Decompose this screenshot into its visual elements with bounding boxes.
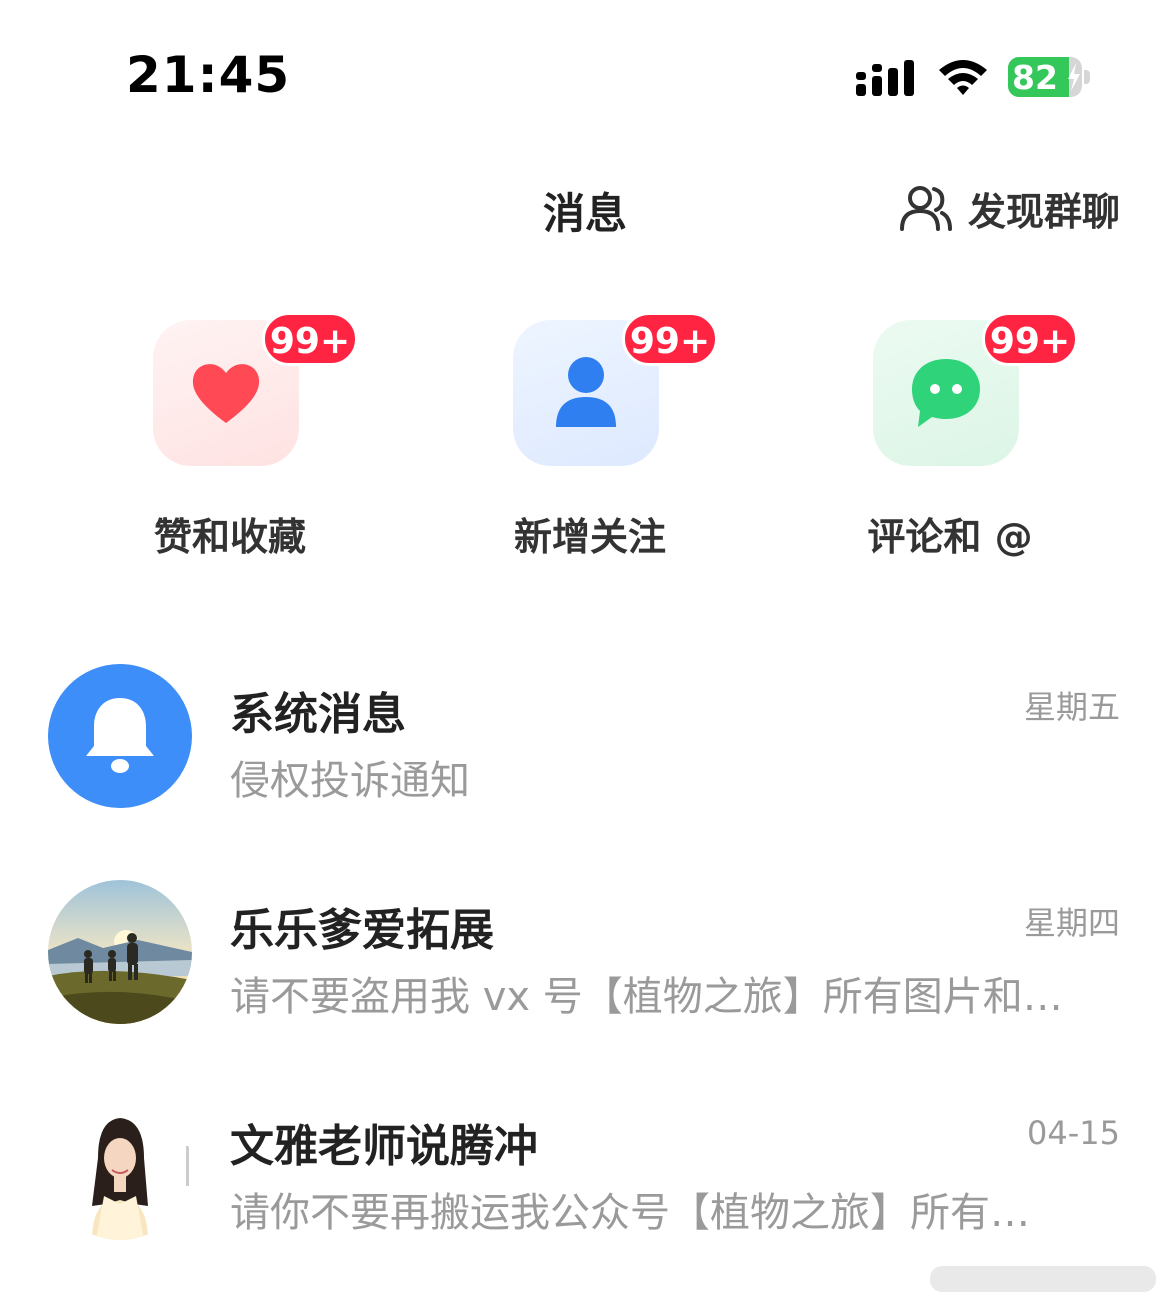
message-sender: 文雅老师说腾冲 [230, 1121, 538, 1172]
home-indicator [930, 1266, 1156, 1292]
list-item[interactable]: 系统消息 星期五 侵权投诉通知 [0, 662, 1170, 812]
message-time: 星期五 [1023, 688, 1120, 726]
avatar [48, 1096, 192, 1240]
person-icon [556, 357, 616, 427]
message-preview: 侵权投诉通知 [230, 758, 470, 804]
followers-label: 新增关注 [513, 515, 666, 559]
message-preview: 请不要盗用我 vx 号【植物之旅】所有图片和… [230, 974, 1063, 1020]
group-chat-label: 发现群聊 [967, 189, 1120, 234]
message-preview: 请你不要再搬运我公众号【植物之旅】所有… [230, 1190, 1030, 1236]
comments-label: 评论和 @ [867, 515, 1033, 559]
status-bar: 21:45 82 [0, 0, 1170, 150]
cellular-signal-icon [856, 60, 914, 96]
comments-and-mentions-entry[interactable]: 99+ 评论和 @ [800, 312, 1100, 559]
chat-bubble-icon [912, 359, 980, 427]
quick-actions: 99+ 赞和收藏 99+ 新增关注 99+ 评论和 @ [0, 312, 1170, 559]
likes-and-favorites-entry[interactable]: 99+ 赞和收藏 [80, 312, 380, 559]
landscape-photo [48, 880, 192, 1024]
followers-badge: 99+ [622, 312, 718, 366]
message-time: 星期四 [1023, 904, 1120, 942]
message-sender: 系统消息 [230, 689, 406, 740]
list-item[interactable]: 乐乐爹爱拓展 星期四 请不要盗用我 vx 号【植物之旅】所有图片和… [0, 878, 1170, 1028]
avatar [48, 664, 192, 808]
message-time: 04-15 [1027, 1114, 1120, 1152]
group-people-icon [899, 186, 952, 231]
heart-icon [192, 364, 260, 423]
likes-badge: 99+ [262, 312, 358, 366]
new-followers-entry[interactable]: 99+ 新增关注 [440, 312, 740, 559]
bell-icon [86, 698, 154, 773]
likes-label: 赞和收藏 [153, 515, 306, 559]
message-sender: 乐乐爹爱拓展 [230, 905, 494, 956]
battery-indicator: 82 [1008, 57, 1090, 97]
wifi-icon [939, 60, 987, 95]
comments-badge: 99+ [982, 312, 1078, 366]
list-item[interactable]: 文雅老师说腾冲 04-15 请你不要再搬运我公众号【植物之旅】所有… [0, 1094, 1170, 1244]
status-time: 21:45 [126, 46, 291, 104]
charging-bolt-icon [1068, 63, 1080, 91]
battery-percent: 82 [1012, 58, 1058, 97]
portrait-photo [48, 1096, 192, 1240]
discover-group-chat-button[interactable]: 发现群聊 [898, 180, 1120, 236]
avatar [48, 880, 192, 1024]
